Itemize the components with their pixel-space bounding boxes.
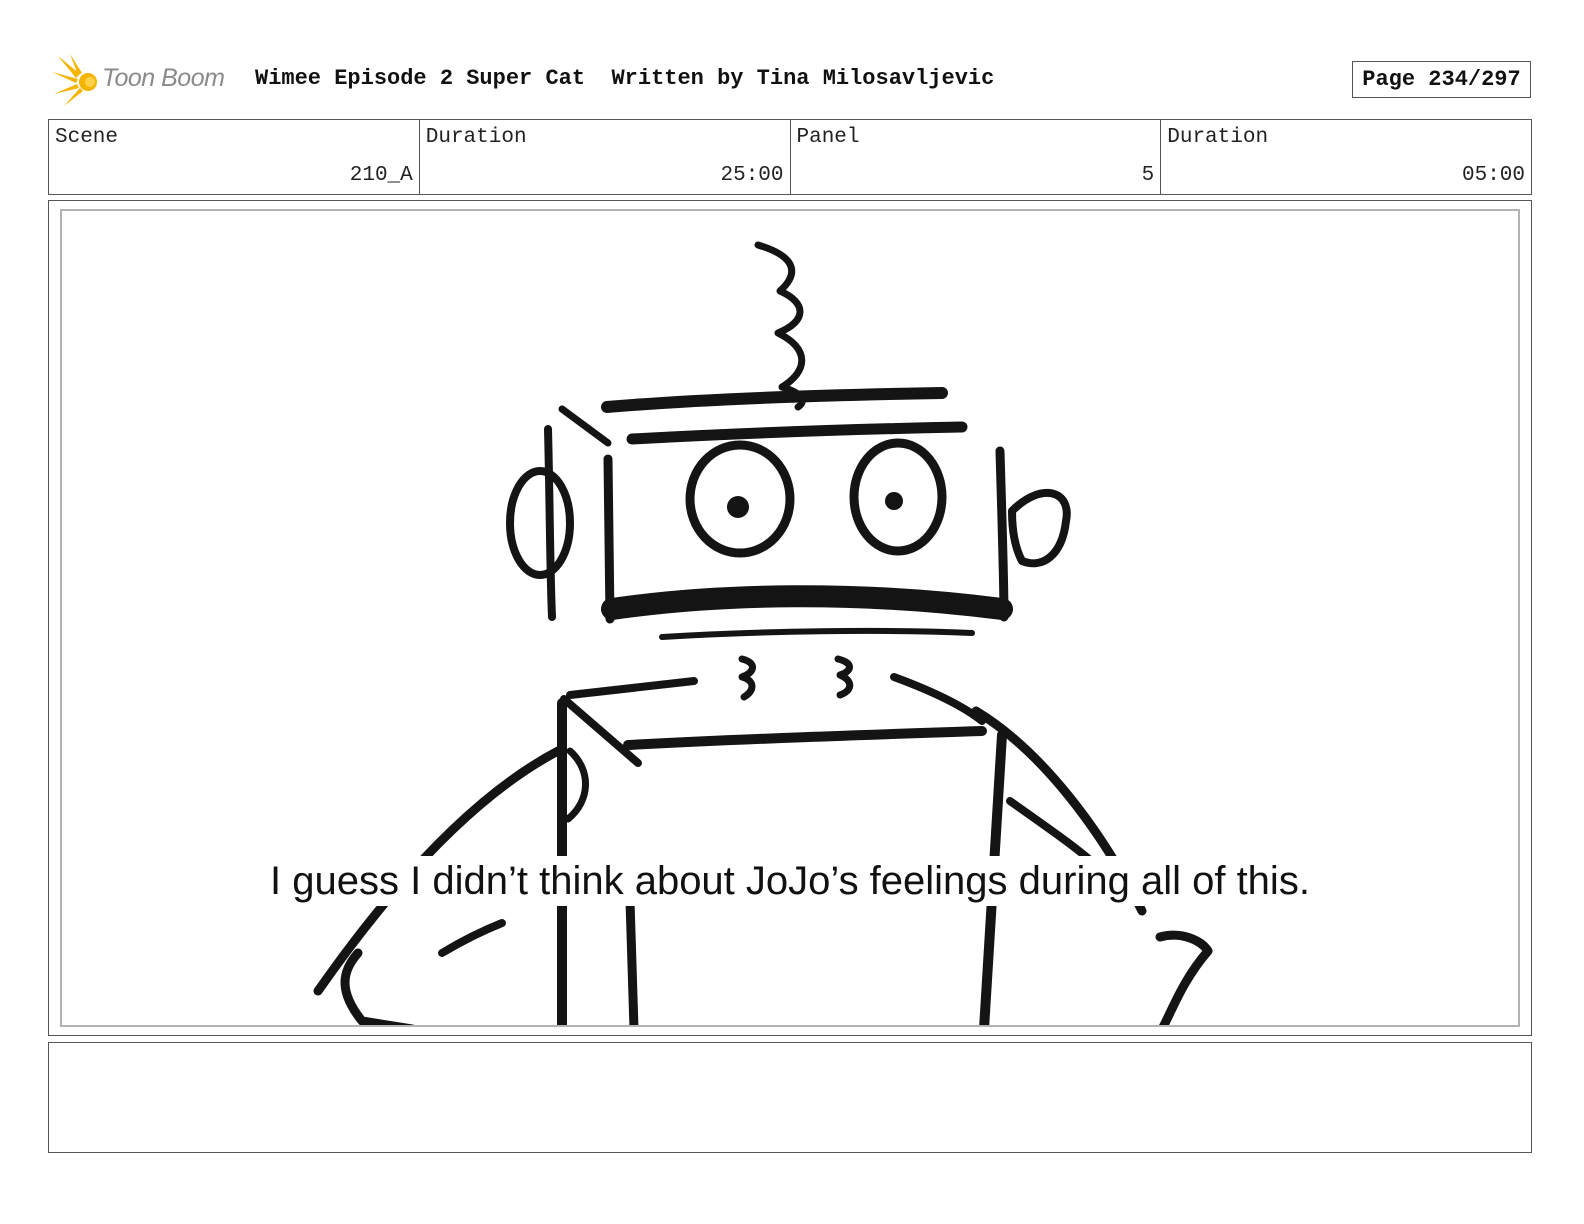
dialogue-caption: I guess I didn’t think about JoJo’s feel…	[62, 856, 1518, 906]
scene-cell: Scene 210_A	[49, 120, 420, 194]
panel-value: 5	[1141, 164, 1155, 187]
robot-right-ear	[1008, 489, 1071, 568]
robot-head-bottom	[601, 585, 1013, 620]
toon-boom-logo: Toon Boom	[50, 52, 240, 108]
robot-left-elbow	[564, 747, 589, 823]
logo-text: Toon Boom	[102, 64, 225, 92]
storyboard-panel-frame: I guess I didn’t think about JoJo’s feel…	[48, 200, 1532, 1036]
robot-head-right	[995, 446, 1009, 622]
panel-label: Panel	[796, 126, 860, 149]
scene-duration-cell: Duration 25:00	[420, 120, 791, 194]
robot-left-pupil	[727, 496, 749, 518]
panel-duration-value: 05:00	[1461, 164, 1525, 187]
robot-head-left	[603, 454, 615, 624]
page-number: Page 234/297	[1352, 61, 1531, 98]
panel-notes-box	[48, 1042, 1532, 1153]
robot-head-top	[601, 387, 948, 413]
robot-body-left-inner	[625, 896, 639, 1025]
robot-shoulder-right-line	[890, 673, 986, 725]
scene-info-table: Scene 210_A Duration 25:00 Panel 5 Durat…	[48, 119, 1532, 195]
robot-head-brow	[626, 421, 968, 445]
scene-duration-value: 25:00	[720, 164, 784, 187]
storyboard-panel: I guess I didn’t think about JoJo’s feel…	[60, 209, 1520, 1027]
robot-left-arm-inner	[438, 919, 506, 957]
panel-duration-cell: Duration 05:00	[1161, 120, 1531, 194]
dialogue-text: I guess I didn’t think about JoJo’s feel…	[264, 856, 1316, 906]
robot-body-top	[623, 726, 987, 750]
scene-label: Scene	[55, 126, 119, 149]
robot-left-hand	[340, 948, 415, 1025]
robot-chin	[659, 627, 975, 640]
robot-head-corner	[558, 405, 612, 447]
robot-shoulder-left-line	[566, 677, 698, 699]
robot-right-pupil	[885, 492, 903, 510]
robot-neck-right	[834, 655, 854, 699]
robot-antenna	[754, 241, 806, 411]
scene-duration-label: Duration	[425, 126, 527, 149]
robot-pupils	[727, 492, 903, 518]
robot-right-hand	[1155, 930, 1213, 1025]
scene-value: 210_A	[349, 164, 413, 187]
robot-left-ear-line	[544, 425, 556, 621]
robot-neck-left	[738, 655, 756, 701]
starburst-icon	[52, 54, 97, 106]
robot-left-ear	[506, 467, 574, 579]
header-title: Wimee Episode 2 Super Cat Written by Tin…	[255, 66, 995, 91]
panel-cell: Panel 5	[791, 120, 1162, 194]
panel-duration-label: Duration	[1167, 126, 1269, 149]
